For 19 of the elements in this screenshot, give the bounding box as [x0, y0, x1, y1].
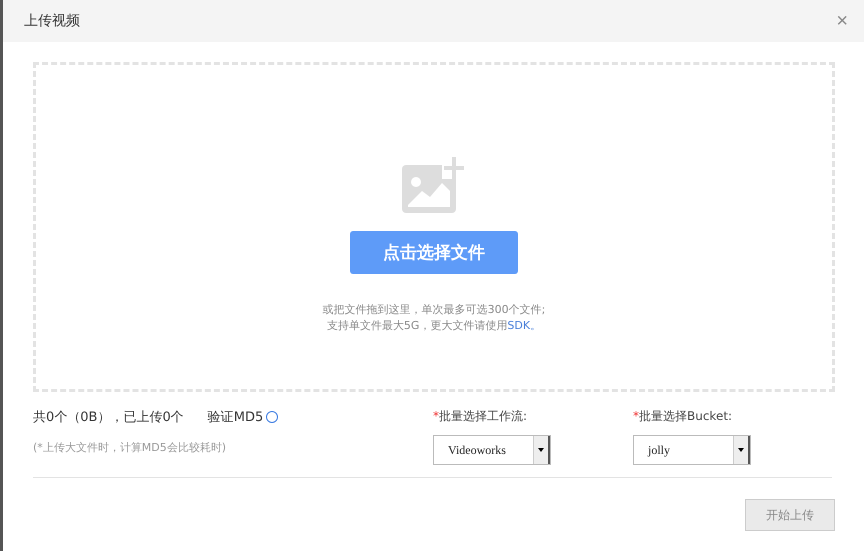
close-button[interactable]: × [836, 11, 848, 31]
required-mark: * [433, 409, 439, 423]
md5-label: 验证MD5 [208, 409, 264, 426]
select-label: 批量选择工作流: [439, 408, 528, 425]
add-image-icon [402, 157, 466, 213]
sdk-link[interactable]: SDK。 [507, 319, 542, 332]
select-file-button[interactable]: 点击选择文件 [350, 231, 518, 274]
drop-zone[interactable]: 点击选择文件 或把文件拖到这里，单次最多可选300个文件; 支持单文件最大5G，更大文件请使用SDK。 [33, 62, 835, 392]
caret-icon [538, 448, 544, 452]
upload-count: 共0个（0B），已上传0个 [33, 409, 184, 426]
caret-icon [738, 448, 744, 452]
required-mark: * [633, 409, 639, 423]
dropdown[interactable]: Videoworks [433, 435, 551, 465]
dropdown[interactable]: jolly [633, 435, 751, 465]
upload-hint: 或把文件拖到这里，单次最多可选300个文件; 支持单文件最大5G，更大文件请使用SDK。 [322, 302, 546, 334]
dialog-title: 上传视频 [24, 12, 80, 30]
select-label: 批量选择Bucket: [639, 408, 732, 425]
md5-note: (*上传大文件时，计算MD5会比较耗时) [33, 440, 228, 455]
md5-radio[interactable] [266, 411, 278, 423]
